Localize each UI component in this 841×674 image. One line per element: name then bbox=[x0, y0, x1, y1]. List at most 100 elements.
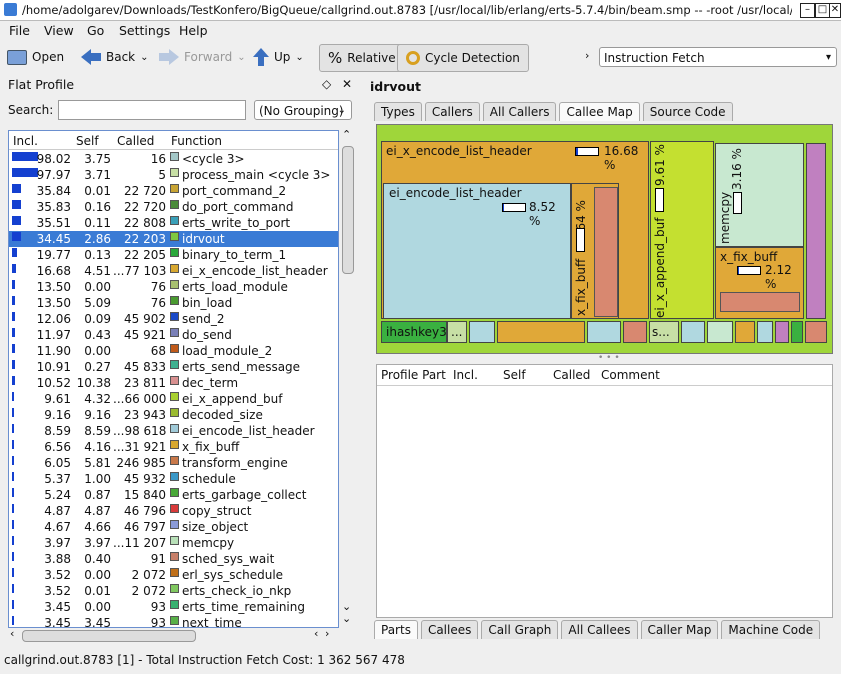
scroll-left-icon[interactable]: ‹ bbox=[314, 627, 318, 640]
table-row[interactable]: 6.05 5.81 246 985 transform_engine bbox=[9, 455, 338, 471]
col-called[interactable]: Called bbox=[117, 134, 154, 148]
callee-map[interactable]: ei_x_encode_list_header 16.68 % ei_encod… bbox=[376, 124, 833, 354]
close-window-icon[interactable]: ✕ bbox=[829, 3, 841, 18]
treemap-ei-x-append-buf[interactable]: 9.61 % ei_x_append_buf bbox=[650, 141, 714, 319]
chevron-down-icon[interactable]: ⌄ bbox=[295, 52, 303, 63]
table-row[interactable]: 8.59 8.59 ...98 618 ei_encode_list_header bbox=[9, 423, 338, 439]
table-row[interactable]: 13.50 5.09 76 bin_load bbox=[9, 295, 338, 311]
open-button[interactable]: Open bbox=[7, 44, 64, 70]
horizontal-scrollbar[interactable]: ‹ ‹ › bbox=[8, 627, 337, 642]
table-row[interactable]: 5.24 0.87 15 840 erts_garbage_collect bbox=[9, 487, 338, 503]
treemap-small-callees[interactable] bbox=[806, 143, 826, 319]
tab-all-callees[interactable]: All Callees bbox=[561, 620, 638, 639]
table-row[interactable]: 19.77 0.13 22 205 binary_to_term_1 bbox=[9, 247, 338, 263]
menu-help[interactable]: Help bbox=[179, 23, 208, 38]
up-button[interactable]: Up ⌄ bbox=[253, 44, 304, 70]
maximize-icon[interactable]: □ bbox=[815, 3, 830, 18]
tab-machine-code[interactable]: Machine Code bbox=[721, 620, 821, 639]
treemap-x-fix-buff[interactable]: x_fix_buff 2.12 % bbox=[715, 247, 804, 319]
menu-go[interactable]: Go bbox=[87, 23, 104, 38]
col-profile-part[interactable]: Profile Part bbox=[381, 368, 446, 382]
tab-all-callers[interactable]: All Callers bbox=[482, 102, 557, 121]
tab-types[interactable]: Types bbox=[374, 102, 422, 121]
col-function[interactable]: Function bbox=[171, 134, 222, 148]
minimize-icon[interactable]: – bbox=[800, 3, 815, 18]
table-row[interactable]: 3.88 0.40 91 sched_sys_wait bbox=[9, 551, 338, 567]
event-type-select[interactable]: Instruction Fetch ▾ bbox=[599, 47, 837, 67]
tab-caller-map[interactable]: Caller Map bbox=[640, 620, 719, 639]
table-row[interactable]: 9.61 4.32 ...66 000 ei_x_append_buf bbox=[9, 391, 338, 407]
treemap-small-callee[interactable] bbox=[707, 321, 733, 343]
table-row[interactable]: 3.45 0.00 93 erts_time_remaining bbox=[9, 599, 338, 615]
table-row[interactable]: 4.87 4.87 46 796 copy_struct bbox=[9, 503, 338, 519]
cycle-detection-toggle[interactable]: Cycle Detection bbox=[397, 44, 529, 72]
tab-source-code[interactable]: Source Code bbox=[642, 102, 733, 121]
col-self[interactable]: Self bbox=[503, 368, 526, 382]
table-row[interactable]: 10.91 0.27 45 833 erts_send_message bbox=[9, 359, 338, 375]
treemap-small-callee[interactable] bbox=[497, 321, 585, 343]
table-row[interactable]: 97.97 3.71 5 process_main <cycle 3> bbox=[9, 167, 338, 183]
table-row[interactable]: 11.90 0.00 68 load_module_2 bbox=[9, 343, 338, 359]
treemap-small-callee[interactable] bbox=[805, 321, 827, 343]
treemap-small-callee[interactable] bbox=[735, 321, 755, 343]
treemap-small-callee[interactable] bbox=[757, 321, 773, 343]
treemap-small-callee[interactable] bbox=[775, 321, 789, 343]
forward-button[interactable]: Forward ⌄ bbox=[159, 44, 246, 70]
table-row[interactable]: 6.56 4.16 ...31 921 x_fix_buff bbox=[9, 439, 338, 455]
table-row[interactable]: 9.16 9.16 23 943 decoded_size bbox=[9, 407, 338, 423]
splitter-handle[interactable]: • • • bbox=[598, 353, 620, 363]
menu-view[interactable]: View bbox=[44, 23, 74, 38]
col-called[interactable]: Called bbox=[553, 368, 590, 382]
chevron-down-icon[interactable]: ⌄ bbox=[140, 52, 148, 63]
col-incl[interactable]: Incl. bbox=[453, 368, 478, 382]
tab-parts[interactable]: Parts bbox=[374, 620, 418, 639]
tab-callers[interactable]: Callers bbox=[424, 102, 480, 121]
table-row[interactable]: 4.67 4.66 46 797 size_object bbox=[9, 519, 338, 535]
treemap-ihashkey3[interactable]: ihashkey3 bbox=[381, 321, 447, 343]
tab-call-graph[interactable]: Call Graph bbox=[481, 620, 559, 639]
treemap-small-callee[interactable] bbox=[623, 321, 647, 343]
table-row[interactable]: 13.50 0.00 76 erts_load_module bbox=[9, 279, 338, 295]
table-row[interactable]: 5.37 1.00 45 932 schedule bbox=[9, 471, 338, 487]
table-row[interactable]: 16.68 4.51 ...77 103 ei_x_encode_list_heade… bbox=[9, 263, 338, 279]
table-row[interactable]: 3.45 3.45 93 next_time bbox=[9, 615, 338, 627]
table-row[interactable]: 3.52 0.00 2 072 erl_sys_schedule bbox=[9, 567, 338, 583]
tab-callees[interactable]: Callees bbox=[420, 620, 479, 639]
treemap-ei-encode-list-header[interactable]: ei_encode_list_header 8.52 % bbox=[383, 183, 571, 318]
treemap-small-callee[interactable] bbox=[469, 321, 495, 343]
scroll-right-icon[interactable]: › bbox=[325, 627, 329, 640]
treemap-ei-x-encode-list-header[interactable]: ei_x_encode_list_header 16.68 % ei_encod… bbox=[381, 141, 649, 319]
table-row[interactable]: 35.51 0.11 22 808 erts_write_to_port bbox=[9, 215, 338, 231]
menu-file[interactable]: File bbox=[9, 23, 30, 38]
menu-settings[interactable]: Settings bbox=[119, 23, 170, 38]
col-self[interactable]: Self bbox=[76, 134, 99, 148]
search-input[interactable] bbox=[58, 100, 246, 120]
col-incl[interactable]: Incl. bbox=[13, 134, 38, 148]
scroll-left-icon[interactable]: ‹ bbox=[10, 627, 14, 640]
treemap-small-callee[interactable]: ... bbox=[447, 321, 467, 343]
table-row[interactable]: 11.97 0.43 45 921 do_send bbox=[9, 327, 338, 343]
table-row[interactable]: 34.45 2.86 22 203 idrvout bbox=[9, 231, 338, 247]
scroll-thumb[interactable] bbox=[22, 630, 196, 642]
treemap-x-fix-buff[interactable]: x_fix_buff 3.64 % bbox=[571, 183, 619, 318]
col-comment[interactable]: Comment bbox=[601, 368, 660, 382]
table-row[interactable]: 10.52 10.38 23 811 dec_term bbox=[9, 375, 338, 391]
table-row[interactable]: 35.84 0.01 22 720 port_command_2 bbox=[9, 183, 338, 199]
back-button[interactable]: Back ⌄ bbox=[81, 44, 149, 70]
treemap-memcpy[interactable]: memcpy 3.16 % bbox=[715, 143, 804, 247]
treemap-small-callee[interactable] bbox=[681, 321, 705, 343]
close-panel-icon[interactable]: ✕ bbox=[342, 77, 352, 91]
chevron-down-icon[interactable]: ⌄ bbox=[237, 52, 245, 63]
scroll-up-icon[interactable]: ⌃ bbox=[342, 128, 351, 141]
treemap-small-callee[interactable] bbox=[791, 321, 803, 343]
treemap-small-callee[interactable]: s... bbox=[649, 321, 679, 343]
scroll-thumb[interactable] bbox=[342, 146, 354, 274]
table-row[interactable]: 12.06 0.09 45 902 send_2 bbox=[9, 311, 338, 327]
tab-callee-map[interactable]: Callee Map bbox=[559, 102, 640, 121]
relative-toggle[interactable]: % Relative bbox=[319, 44, 405, 72]
scroll-down-icon[interactable]: ⌄ bbox=[342, 612, 351, 625]
toolbar-overflow-icon[interactable]: › bbox=[585, 49, 589, 62]
vertical-scrollbar[interactable]: ⌃ ⌄ ⌄ bbox=[340, 128, 354, 626]
table-row[interactable]: 3.52 0.01 2 072 erts_check_io_nkp bbox=[9, 583, 338, 599]
table-row[interactable]: 35.83 0.16 22 720 do_port_command bbox=[9, 199, 338, 215]
